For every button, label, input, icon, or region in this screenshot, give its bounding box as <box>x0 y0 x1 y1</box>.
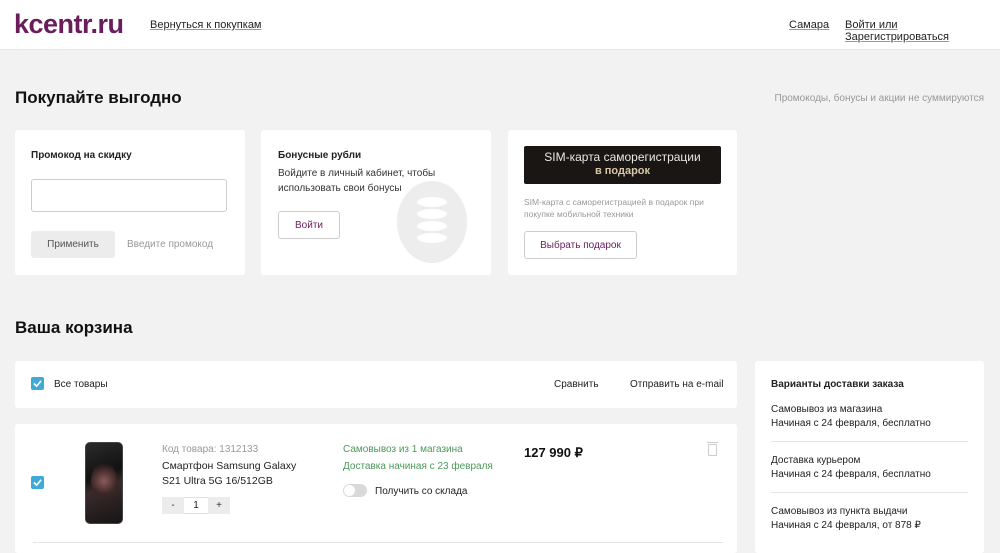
sim-gift-banner[interactable]: SIM-карта саморегистрации в подарок <box>524 146 721 184</box>
bonus-card-title: Бонусные рубли <box>278 150 362 161</box>
site-header: kcentr.ru Вернуться к покупкам Самара Во… <box>0 0 1000 50</box>
promo-card-title: Промокод на скидку <box>31 150 132 161</box>
send-email-link[interactable]: Отправить на e-mail <box>630 379 723 390</box>
delivery-option-name: Доставка курьером <box>771 455 861 466</box>
delivery-title: Варианты доставки заказа <box>771 379 904 390</box>
delivery-option-detail: Начиная с 24 февраля, бесплатно <box>771 469 931 480</box>
delivery-option-name: Самовывоз из магазина <box>771 404 883 415</box>
product-image[interactable] <box>85 442 123 524</box>
delivery-option-detail: Начиная с 24 февраля, от 878 ₽ <box>771 520 921 531</box>
cart-title: Ваша корзина <box>15 318 133 337</box>
city-selector[interactable]: Самара <box>789 19 829 31</box>
pickup-info-link[interactable]: Самовывоз из 1 магазина <box>343 444 463 455</box>
promo-note: Промокоды, бонусы и акции не суммируются <box>774 93 985 104</box>
product-price: 127 990 ₽ <box>524 445 583 460</box>
sim-banner-line1: SIM-карта саморегистрации <box>544 150 701 164</box>
promo-code-card: Промокод на скидку Применить Введите про… <box>15 130 245 275</box>
delivery-divider <box>771 441 968 442</box>
increase-quantity-button[interactable]: + <box>208 497 230 514</box>
quantity-value[interactable]: 1 <box>184 497 208 514</box>
cart-toolbar <box>15 361 737 408</box>
select-all-label[interactable]: Все товары <box>54 379 108 390</box>
compare-link[interactable]: Сравнить <box>554 379 599 390</box>
check-icon <box>33 380 42 388</box>
warehouse-toggle[interactable] <box>343 484 367 497</box>
site-logo[interactable]: kcentr.ru <box>14 9 124 40</box>
trash-icon[interactable] <box>707 442 718 456</box>
bonus-login-button[interactable]: Войти <box>278 211 340 239</box>
gift-card-text: SIM-карта с саморегистрацией в подарок п… <box>524 197 704 219</box>
promo-hint: Введите промокод <box>127 239 214 250</box>
delivery-options-panel: Варианты доставки заказа Самовывоз из ма… <box>755 361 984 553</box>
check-icon <box>33 479 42 487</box>
apply-promo-button[interactable]: Применить <box>31 231 115 258</box>
back-to-shopping-link[interactable]: Вернуться к покупкам <box>150 19 262 31</box>
login-register-link[interactable]: Войти или Зарегистрироваться <box>845 19 1000 43</box>
warehouse-toggle-label: Получить со склада <box>375 486 468 497</box>
delivery-option-name: Самовывоз из пункта выдачи <box>771 506 908 517</box>
item-divider <box>33 542 723 543</box>
product-code: Код товара: 1312133 <box>162 444 259 455</box>
coins-icon <box>397 181 467 263</box>
decrease-quantity-button[interactable]: - <box>162 497 184 514</box>
item-checkbox[interactable] <box>31 476 44 489</box>
promo-code-input[interactable] <box>31 179 227 212</box>
delivery-option-detail: Начиная с 24 февраля, бесплатно <box>771 418 931 429</box>
promo-section-title: Покупайте выгодно <box>15 88 182 107</box>
choose-gift-button[interactable]: Выбрать подарок <box>524 231 637 259</box>
product-name[interactable]: Смартфон Samsung Galaxy S21 Ultra 5G 16/… <box>162 459 312 489</box>
delivery-divider <box>771 492 968 493</box>
sim-banner-line2: в подарок <box>594 165 651 177</box>
delivery-info-link[interactable]: Доставка начиная с 23 февраля <box>343 461 493 472</box>
select-all-checkbox[interactable] <box>31 377 44 390</box>
quantity-stepper: - 1 + <box>162 497 230 514</box>
